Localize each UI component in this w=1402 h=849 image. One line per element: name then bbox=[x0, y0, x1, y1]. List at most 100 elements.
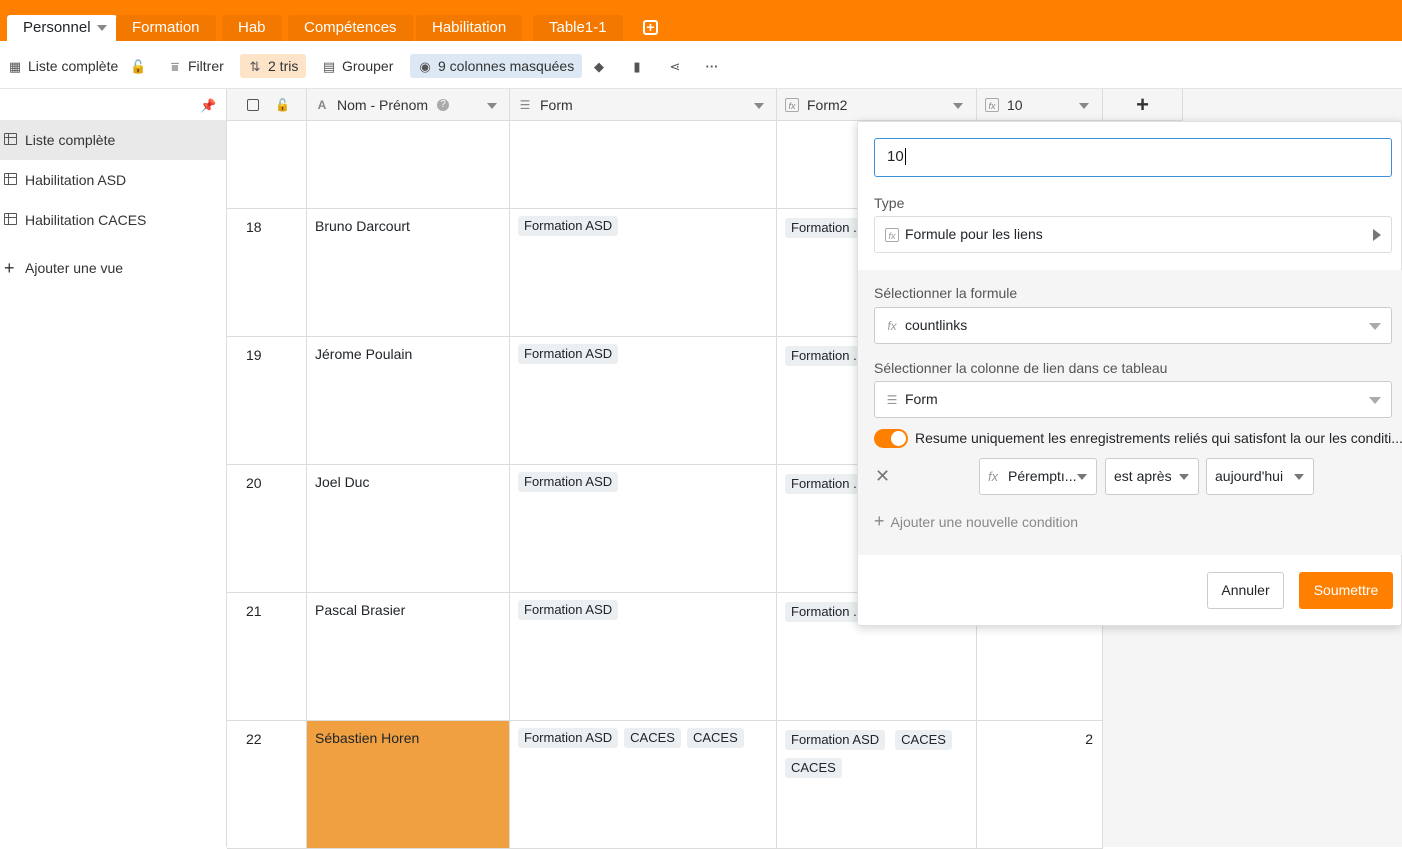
group-button[interactable]: ▤ Grouper bbox=[322, 54, 394, 78]
chevron-down-icon[interactable] bbox=[754, 103, 764, 109]
tab-personnel[interactable]: Personnel bbox=[7, 15, 117, 41]
table-icon bbox=[4, 213, 17, 225]
header-row-controls: 🔓 bbox=[227, 89, 307, 121]
plus-icon: + bbox=[4, 258, 15, 278]
name-cell-highlighted[interactable]: Sébastien Horen bbox=[307, 721, 510, 849]
plus-icon: + bbox=[874, 511, 885, 531]
add-table-icon[interactable]: + bbox=[643, 20, 658, 35]
remove-condition-icon[interactable]: ✕ bbox=[875, 467, 890, 485]
formula-select[interactable]: fx countlinks bbox=[874, 307, 1392, 344]
filter-toggle[interactable] bbox=[874, 429, 908, 448]
form-cell[interactable]: Formation ASD bbox=[510, 465, 777, 593]
lock-icon[interactable]: 🔓 bbox=[275, 89, 290, 121]
link-chip: CACES bbox=[895, 730, 952, 750]
submit-button[interactable]: Soumettre bbox=[1299, 572, 1393, 609]
tab-formation[interactable]: Formation bbox=[116, 15, 216, 41]
chevron-down-icon[interactable] bbox=[953, 103, 963, 109]
type-select[interactable]: fx Formule pour les liens bbox=[874, 216, 1392, 253]
type-label: Type bbox=[874, 195, 905, 211]
tab-habilitation[interactable]: Habilitation bbox=[416, 15, 523, 41]
row-number bbox=[227, 121, 307, 209]
hidden-columns-button[interactable]: ◉ 9 colonnes masquées bbox=[410, 54, 583, 78]
formula-type-icon: fx bbox=[785, 98, 799, 112]
toggle-text: Resume uniquement les enregistrements re… bbox=[915, 430, 1402, 446]
link-chip: Formation ASD bbox=[785, 730, 886, 750]
add-view-button[interactable]: + Ajouter une vue bbox=[0, 248, 226, 288]
table-icon bbox=[4, 173, 17, 185]
formula-label: Sélectionner la formule bbox=[874, 285, 1018, 301]
row-number: 21 bbox=[227, 593, 307, 721]
link-chip: Formation ASD bbox=[518, 600, 619, 620]
form-cell[interactable]: Formation ASD bbox=[510, 209, 777, 337]
column-name-input[interactable]: 10 bbox=[874, 138, 1392, 177]
link-column-select[interactable]: ☰ Form bbox=[874, 381, 1392, 418]
column-title: Nom - Prénom bbox=[337, 97, 429, 113]
group-icon: ▤ bbox=[322, 59, 336, 74]
view-selector-button[interactable]: ▦ Liste complète bbox=[8, 54, 118, 78]
add-condition-label: Ajouter une nouvelle condition bbox=[890, 514, 1079, 530]
chevron-down-icon[interactable] bbox=[487, 103, 497, 109]
condition-value: aujourd'hui bbox=[1215, 468, 1284, 484]
form-cell[interactable] bbox=[510, 121, 777, 209]
row-number: 22 bbox=[227, 721, 307, 849]
share-icon[interactable]: ⋖ bbox=[668, 54, 688, 78]
paint-bucket-icon[interactable]: ◆ bbox=[592, 54, 612, 78]
filter-label: Filtrer bbox=[188, 58, 224, 74]
pin-icon[interactable]: 📌 bbox=[200, 98, 216, 114]
group-label: Grouper bbox=[342, 58, 394, 74]
form-cell[interactable]: Formation ASD bbox=[510, 593, 777, 721]
tab-competences[interactable]: Compétences bbox=[288, 15, 413, 41]
condition-value-select[interactable]: aujourd'hui bbox=[1206, 458, 1314, 495]
row-height-icon[interactable]: ▮ bbox=[630, 54, 650, 78]
condition-operator-select[interactable]: est après bbox=[1105, 458, 1199, 495]
tab-hab[interactable]: Hab bbox=[222, 15, 282, 41]
chevron-down-icon[interactable] bbox=[1079, 103, 1089, 109]
name-cell[interactable] bbox=[307, 121, 510, 209]
cancel-button[interactable]: Annuler bbox=[1207, 572, 1284, 609]
filter-button[interactable]: ⩸ Filtrer bbox=[168, 54, 224, 78]
sort-icon: ⇅ bbox=[249, 59, 261, 74]
sidebar-item-habilitation-asd[interactable]: Habilitation ASD bbox=[0, 160, 226, 200]
add-condition-button[interactable]: + Ajouter une nouvelle condition bbox=[874, 511, 1078, 532]
fx-icon: fx bbox=[887, 319, 897, 333]
form-cell[interactable]: Formation ASD CACES CACES bbox=[510, 721, 777, 849]
column-header-form2[interactable]: fx Form2 bbox=[777, 89, 977, 121]
lock-icon[interactable]: 🔓 bbox=[130, 54, 150, 78]
link-column-value: Form bbox=[905, 391, 938, 407]
sidebar-item-liste-complete[interactable]: Liste complète bbox=[0, 120, 226, 160]
condition-field-select[interactable]: fx Péremptı... bbox=[979, 458, 1097, 495]
name-cell[interactable]: Jérome Poulain bbox=[307, 337, 510, 465]
table-icon: ▦ bbox=[8, 59, 22, 74]
name-cell[interactable]: Bruno Darcourt bbox=[307, 209, 510, 337]
column-edit-popup: 10 Type fx Formule pour les liens Sélect… bbox=[857, 121, 1402, 626]
sidebar-item-habilitation-caces[interactable]: Habilitation CACES bbox=[0, 200, 226, 240]
tab-label: Hab bbox=[238, 19, 266, 36]
add-column-icon[interactable]: + bbox=[1103, 89, 1183, 121]
link-type-icon: ☰ bbox=[519, 98, 531, 112]
sort-button[interactable]: ⇅ 2 tris bbox=[240, 54, 307, 78]
column-header-10[interactable]: fx 10 bbox=[977, 89, 1103, 121]
name-cell[interactable]: Joel Duc bbox=[307, 465, 510, 593]
toolbar: ▦ Liste complète 🔓 ⩸ Filtrer ⇅ 2 tris ▤ Grou… bbox=[0, 41, 1402, 89]
row-number: 18 bbox=[227, 209, 307, 337]
fx-icon: fx bbox=[988, 469, 999, 484]
more-options-icon[interactable]: ··· bbox=[705, 54, 725, 78]
column-header-nom-prenom[interactable]: A Nom - Prénom ? bbox=[307, 89, 510, 121]
table-tab-bar: Personnel Formation Hab Compétences Habi… bbox=[0, 0, 1402, 41]
select-all-checkbox[interactable] bbox=[247, 99, 259, 111]
chevron-down-icon[interactable] bbox=[96, 25, 107, 32]
ten-cell[interactable]: 2 bbox=[977, 721, 1103, 849]
name-cell[interactable]: Pascal Brasier bbox=[307, 593, 510, 721]
help-icon[interactable]: ? bbox=[437, 99, 449, 111]
form2-cell[interactable]: Formation ASD CACES CACES bbox=[777, 721, 977, 849]
link-chip: Formation ASD bbox=[518, 728, 619, 748]
views-sidebar: 📌 Liste complète Habilitation ASD Habili… bbox=[0, 89, 227, 847]
tab-label: Table1-1 bbox=[549, 19, 607, 36]
condition-field-value: Péremptı... bbox=[1008, 468, 1077, 484]
text-type-icon: A bbox=[317, 98, 327, 112]
row-number: 20 bbox=[227, 465, 307, 593]
hidden-columns-label: 9 colonnes masquées bbox=[438, 58, 575, 74]
column-header-form[interactable]: ☰ Form bbox=[510, 89, 777, 121]
form-cell[interactable]: Formation ASD bbox=[510, 337, 777, 465]
tab-table1-1[interactable]: Table1-1 bbox=[533, 15, 623, 41]
